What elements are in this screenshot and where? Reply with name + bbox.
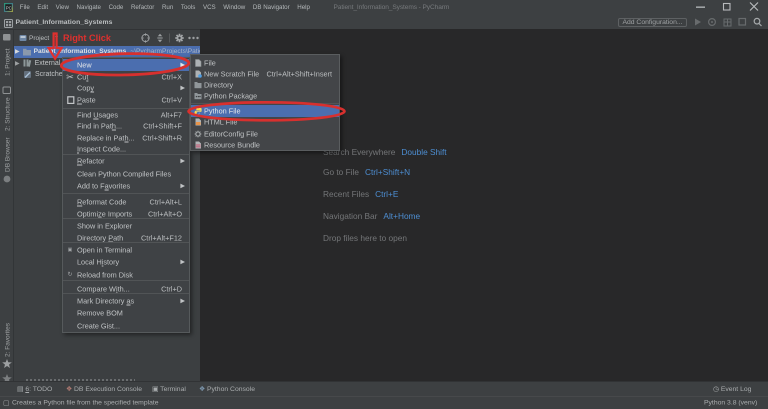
svg-text:Right Click: Right Click (63, 33, 112, 43)
